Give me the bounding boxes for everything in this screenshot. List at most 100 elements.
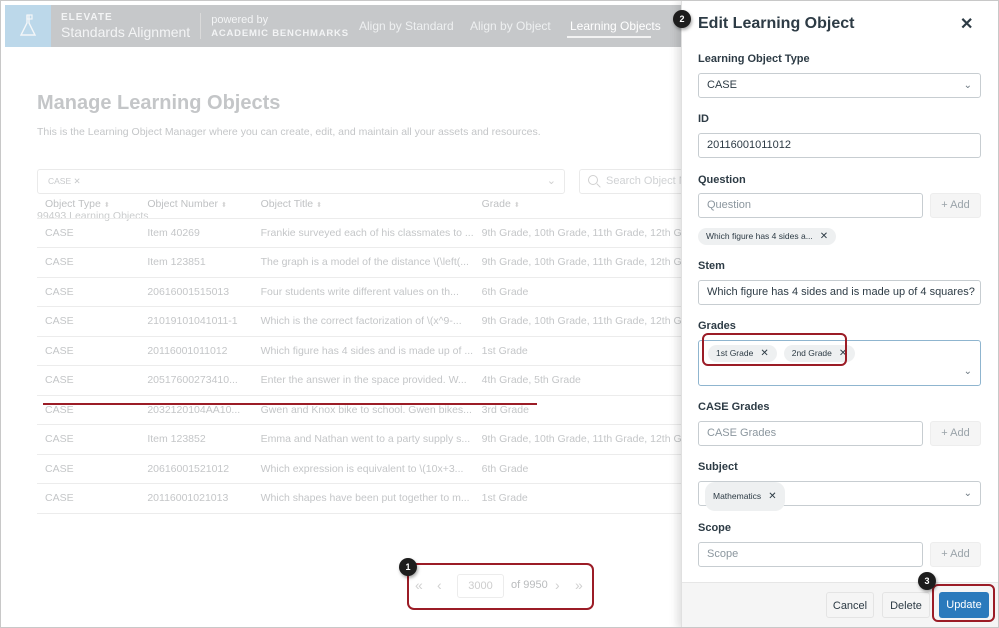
cell-grade: 3rd Grade <box>473 395 697 425</box>
table-row[interactable]: CASE 20616001515013 Four students write di… <box>37 277 697 307</box>
cell-type: CASE <box>37 454 140 484</box>
type-label: Learning Object Type <box>698 53 810 65</box>
grades-label: Grades <box>698 320 736 332</box>
cell-grade: 9th Grade, 10th Grade, 11th Grade, 12th … <box>473 218 697 248</box>
page-subtitle: This is the Learning Object Manager wher… <box>37 126 541 138</box>
partner-name: ACADEMIC BENCHMARKS <box>211 27 349 39</box>
question-tag: Which figure has 4 sides a... ✕ <box>698 226 837 245</box>
nav-align-by-object[interactable]: Align by Object <box>470 19 551 33</box>
next-page-icon[interactable]: › <box>555 577 560 593</box>
cancel-button[interactable]: Cancel <box>826 592 874 618</box>
cell-title: Four students write different values on … <box>252 277 474 307</box>
id-input[interactable]: 20116001011012 <box>698 133 981 158</box>
type-select[interactable]: CASE ⌄ <box>698 73 981 98</box>
cell-number: 20616001521012 <box>139 454 253 484</box>
column-label: Object Number <box>147 197 218 210</box>
subject-tag: Mathematics ✕ <box>705 482 785 511</box>
chevron-down-icon[interactable]: ⌄ <box>964 74 972 97</box>
subject-tag-label: Mathematics <box>713 491 762 501</box>
column-header-object-type[interactable]: Object Type ⬍ <box>37 190 140 219</box>
sort-icon[interactable]: ⬍ <box>104 202 110 209</box>
cell-grade: 6th Grade <box>473 277 697 307</box>
update-highlight <box>932 584 995 622</box>
callout-badge: 1 <box>399 558 417 576</box>
nav-learning-objects[interactable]: Learning Objects <box>570 19 661 33</box>
filter-chip[interactable]: CASE ✕ <box>48 176 81 187</box>
stem-input[interactable]: Which figure has 4 sides and is made up … <box>698 280 981 305</box>
filter-chip-label: CASE <box>48 176 72 186</box>
page-number-input[interactable]: 3000 <box>457 574 504 598</box>
pagination: « ‹ 3000 of 9950 › » <box>407 563 594 610</box>
column-label: Object Title <box>260 197 314 210</box>
chevron-down-icon[interactable]: ⌄ <box>547 174 556 187</box>
callout-badge: 2 <box>673 10 691 28</box>
cell-grade: 6th Grade <box>473 454 697 484</box>
subject-select[interactable]: Mathematics ✕ ⌄ <box>698 481 981 511</box>
case-grades-placeholder: CASE Grades <box>707 427 777 439</box>
question-tag-label: Which figure has 4 sides a... <box>706 231 813 241</box>
table-row[interactable]: CASE Item 40269 Frankie surveyed each of h… <box>37 218 697 248</box>
question-label: Question <box>698 174 746 186</box>
close-icon[interactable]: ✕ <box>960 14 973 34</box>
cell-title: Which shapes have been put together to m… <box>252 483 474 514</box>
search-icon <box>588 175 598 185</box>
chevron-down-icon[interactable]: ⌄ <box>964 482 972 505</box>
brand: ELEVATE Standards Alignment <box>61 12 190 40</box>
cell-number: 20517600273410... <box>139 365 253 396</box>
table-row[interactable]: CASE 2032120104AA10... Gwen and Knox bike … <box>37 395 697 425</box>
scope-input[interactable]: Scope <box>698 542 923 567</box>
chevron-down-icon[interactable]: ⌄ <box>964 366 972 377</box>
remove-tag-icon[interactable]: ✕ <box>768 491 776 502</box>
id-label: ID <box>698 113 709 125</box>
edit-learning-object-panel: Edit Learning Object ✕ Learning Object T… <box>681 1 998 627</box>
column-header-object-number[interactable]: Object Number ⬍ <box>139 190 253 219</box>
add-case-grade-button[interactable]: + Add <box>930 421 981 446</box>
table-row-selected[interactable]: CASE 20116001011012 Which figure has 4 sid… <box>37 336 697 366</box>
column-header-grade[interactable]: Grade ⬍ <box>473 190 697 219</box>
cell-grade: 1st Grade <box>473 483 697 514</box>
cell-type: CASE <box>37 424 140 455</box>
cell-number: 20116001021013 <box>139 483 253 514</box>
prev-page-icon[interactable]: ‹ <box>437 577 442 593</box>
column-label: Grade <box>481 197 511 210</box>
column-header-object-title[interactable]: Object Title ⬍ <box>252 190 474 219</box>
app-window: ELEVATE Standards Alignment powered by A… <box>0 0 999 628</box>
nav-align-by-standard[interactable]: Align by Standard <box>359 19 454 33</box>
cell-number: 20116001011012 <box>139 336 253 366</box>
cell-grade: 4th Grade, 5th Grade <box>473 365 697 396</box>
cell-type: CASE <box>37 336 140 366</box>
table-row[interactable]: CASE 20616001521012 Which expression is eq… <box>37 454 697 484</box>
sort-icon[interactable]: ⬍ <box>316 202 322 209</box>
table-row[interactable]: CASE 20517600273410... Enter the answer in… <box>37 365 697 396</box>
close-icon[interactable]: ✕ <box>74 176 81 186</box>
first-page-icon[interactable]: « <box>415 577 423 593</box>
sort-icon[interactable]: ⬍ <box>221 202 227 209</box>
cell-type: CASE <box>37 483 140 514</box>
cell-grade: 9th Grade, 10th Grade, 11th Grade, 12th … <box>473 247 697 278</box>
cell-number: 20616001515013 <box>139 277 253 307</box>
logo-icon <box>5 5 51 47</box>
question-input[interactable]: Question <box>698 193 923 218</box>
table-row[interactable]: CASE Item 123851 The graph is a model of t… <box>37 247 697 278</box>
delete-button[interactable]: Delete <box>882 592 930 618</box>
case-grades-input[interactable]: CASE Grades <box>698 421 923 446</box>
cell-title: Enter the answer in the space provided. … <box>252 365 474 396</box>
cell-title: Which is the correct factorization of \(… <box>252 306 474 337</box>
last-page-icon[interactable]: » <box>575 577 583 593</box>
add-question-button[interactable]: + Add <box>930 193 981 218</box>
brand-divider <box>200 13 202 39</box>
table-row[interactable]: CASE 21019101041011-1 Which is the correct… <box>37 306 697 337</box>
cell-grade: 9th Grade, 10th Grade, 11th Grade, 12th … <box>473 424 697 455</box>
grades-highlight <box>702 333 847 366</box>
table-row[interactable]: CASE 20116001021013 Which shapes have been… <box>37 483 697 514</box>
question-placeholder: Question <box>707 199 752 211</box>
stem-label: Stem <box>698 260 725 272</box>
sort-icon[interactable]: ⬍ <box>514 202 520 209</box>
add-scope-button[interactable]: + Add <box>930 542 981 567</box>
cell-grade: 9th Grade, 10th Grade, 11th Grade, 12th … <box>473 306 697 337</box>
remove-tag-icon[interactable]: ✕ <box>820 231 828 242</box>
search-placeholder: Search Object N <box>606 175 687 187</box>
table-row[interactable]: CASE Item 123852 Emma and Nathan went to a… <box>37 424 697 455</box>
scope-placeholder: Scope <box>707 548 739 560</box>
cell-title: Which figure has 4 sides and is made up … <box>252 336 474 366</box>
